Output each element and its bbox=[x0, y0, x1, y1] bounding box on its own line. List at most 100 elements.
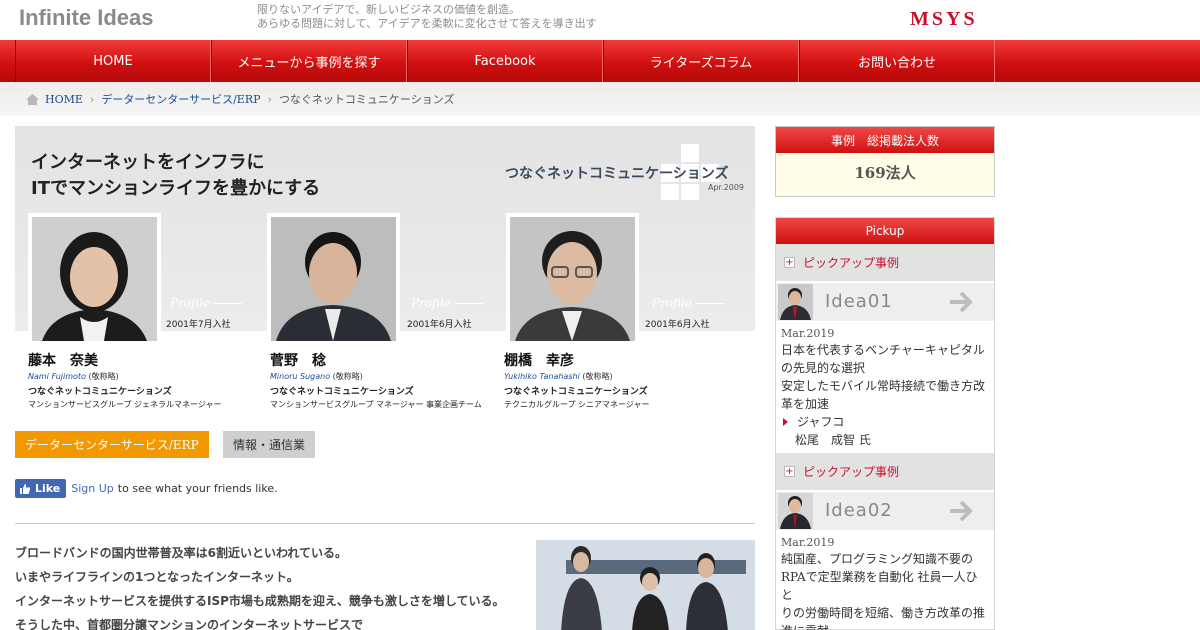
profile-divider bbox=[214, 303, 242, 304]
idea-summary: Mar.2019 日本を代表するベンチャーキャピタル の先見的な選択 安定したモ… bbox=[776, 321, 994, 449]
pickup-subheader-label: ピックアップ事例 bbox=[803, 256, 900, 270]
pickup-item: + ピックアップ事例 Idea01 Mar.2019 日本を代表するベンチャーキ… bbox=[776, 244, 994, 449]
profile-label: Profile bbox=[170, 296, 210, 310]
idea-thumbnail bbox=[778, 284, 813, 320]
idea-description-line: りの労働時間を短縮、働き方改革の推 bbox=[781, 606, 986, 620]
staff-role: マンションサービスグループ マネージャー 事業企画チーム bbox=[270, 400, 482, 409]
pickup-panel: Pickup + ピックアップ事例 Idea01 Mar.2019 日本を代表す… bbox=[775, 217, 995, 630]
pickup-header: Pickup bbox=[776, 218, 994, 244]
idea-label: Idea01 bbox=[825, 291, 893, 312]
staff-romaji-text: Nami Fujimoto bbox=[28, 372, 86, 381]
staff-honorific: (敬称略) bbox=[88, 372, 119, 381]
article-line: そうした中、首都圏分譲マンションのインターネットサービスで bbox=[15, 618, 364, 630]
arrow-right-icon bbox=[950, 291, 973, 313]
breadcrumb-current: つなぐネットコミュニケーションズ bbox=[278, 93, 455, 106]
idea-description-line: 純国産、プログラミング知識不要の bbox=[781, 552, 974, 566]
staff-name: 菅野 稔 bbox=[270, 353, 326, 369]
idea-description-line: の先見的な選択 bbox=[781, 361, 866, 375]
facebook-signup-text: to see what your friends like. bbox=[117, 482, 278, 495]
tagline-line-1: 限りないアイデアで、新しいビジネスの価値を創造。 bbox=[257, 3, 521, 16]
banner-date: Apr.2009 bbox=[708, 183, 745, 192]
person-thumbnail-icon bbox=[778, 493, 813, 529]
staff-photo bbox=[267, 213, 400, 345]
profile-label: Profile bbox=[411, 296, 451, 310]
decor-square bbox=[681, 144, 699, 162]
idea-banner[interactable]: Idea01 bbox=[776, 283, 994, 321]
idea-description-line: 安定したモバイル常時接続で働き方改 bbox=[781, 379, 986, 393]
site-tagline: 限りないアイデアで、新しいビジネスの価値を創造。 あらゆる問題に対して、アイデア… bbox=[257, 3, 597, 31]
breadcrumb-separator: › bbox=[267, 92, 272, 106]
facebook-like-button[interactable]: Like bbox=[15, 479, 67, 498]
breadcrumb: HOME › データーセンターサービス/ERP › つなぐネットコミュニケーショ… bbox=[0, 82, 1200, 116]
pickup-subheader[interactable]: + ピックアップ事例 bbox=[776, 244, 994, 281]
nav-item-writers-column[interactable]: ライターズコラム bbox=[603, 40, 799, 82]
idea-banner[interactable]: Idea02 bbox=[776, 492, 994, 530]
case-count-header: 事例 総掲載法人数 bbox=[776, 127, 994, 153]
staff-romaji-text: Yukihiko Tanahashi bbox=[504, 372, 580, 381]
person-photo-icon bbox=[271, 217, 396, 341]
pickup-subheader[interactable]: + ピックアップ事例 bbox=[776, 453, 994, 490]
staff-romaji: Nami Fujimoto (敬称略) bbox=[28, 371, 258, 382]
idea-description[interactable]: 日本を代表するベンチャーキャピタル の先見的な選択 安定したモバイル常時接続で働… bbox=[781, 341, 989, 413]
breadcrumb-category[interactable]: データーセンターサービス/ERP bbox=[101, 91, 260, 107]
staff-joined-date: 2001年6月入社 bbox=[407, 320, 472, 330]
idea-date: Mar.2019 bbox=[781, 327, 835, 340]
tag-info-telecom[interactable]: 情報・通信業 bbox=[223, 431, 316, 458]
idea-company: ジャフコ bbox=[781, 413, 989, 431]
nav-item-menu-search[interactable]: メニューから事例を探す bbox=[211, 40, 407, 82]
article-photo bbox=[536, 540, 755, 630]
idea-company-name: ジャフコ bbox=[797, 415, 845, 429]
nav-item-contact[interactable]: お問い合わせ bbox=[799, 40, 995, 82]
tag-datacenter-erp[interactable]: データーセンターサービス/ERP bbox=[15, 431, 209, 458]
facebook-signup-link[interactable]: Sign Up bbox=[71, 482, 114, 495]
idea-description-line: RPAで定型業務を自動化 社員一人ひと bbox=[781, 570, 978, 602]
banner-title: インターネットをインフラに ITでマンションライフを豊かにする bbox=[31, 150, 320, 202]
article-body: ブロードバンドの国内世帯普及率は6割近いといわれている。 いまやライフラインの1… bbox=[15, 541, 505, 630]
staff-romaji: Minoru Sugano (敬称略) bbox=[270, 371, 500, 382]
idea-label: Idea02 bbox=[825, 500, 893, 521]
idea-description-line: 日本を代表するベンチャーキャピタル bbox=[781, 343, 985, 357]
pickup-item: + ピックアップ事例 Idea02 Mar.2019 純国産、プログラミング知識… bbox=[776, 453, 994, 630]
article-line: いまやライフラインの1つとなったインターネット。 bbox=[15, 570, 299, 584]
staff-name: 棚橋 幸彦 bbox=[504, 353, 574, 369]
article-line: ブロードバンドの国内世帯普及率は6割近いといわれている。 bbox=[15, 546, 347, 560]
staff-honorific: (敬称略) bbox=[332, 372, 363, 381]
main-nav: HOME メニューから事例を探す Facebook ライターズコラム お問い合わ… bbox=[0, 40, 1200, 82]
banner-company-name: つなぐネットコミュニケーションズ bbox=[505, 166, 729, 182]
staff-honorific: (敬称略) bbox=[582, 372, 613, 381]
staff-photo bbox=[28, 213, 161, 345]
facebook-like-label: Like bbox=[35, 482, 61, 495]
breadcrumb-separator: › bbox=[89, 92, 95, 106]
case-count-box: 事例 総掲載法人数 169法人 bbox=[775, 126, 995, 197]
staff-romaji-text: Minoru Sugano bbox=[270, 372, 331, 381]
idea-person: 松尾 成智 氏 bbox=[795, 433, 871, 447]
staff-joined-date: 2001年7月入社 bbox=[166, 320, 231, 330]
staff-company: つなぐネットコミュニケーションズ bbox=[504, 387, 648, 397]
profile-divider bbox=[455, 303, 483, 304]
pickup-subheader-label: ピックアップ事例 bbox=[803, 465, 900, 479]
staff-joined-date: 2001年6月入社 bbox=[645, 320, 710, 330]
profile-divider bbox=[696, 303, 724, 304]
staff-photo bbox=[506, 213, 639, 345]
triangle-bullet-icon bbox=[783, 418, 788, 426]
person-photo-icon bbox=[32, 217, 157, 341]
staff-romaji: Yukihiko Tanahashi (敬称略) bbox=[504, 371, 734, 382]
site-header: Infinite Ideas 限りないアイデアで、新しいビジネスの価値を創造。 … bbox=[0, 0, 1200, 40]
nav-item-home[interactable]: HOME bbox=[15, 40, 211, 82]
idea-summary: Mar.2019 純国産、プログラミング知識不要の RPAで定型業務を自動化 社… bbox=[776, 530, 994, 630]
breadcrumb-home[interactable]: HOME bbox=[45, 93, 83, 106]
profile-label: Profile bbox=[652, 296, 692, 310]
nav-item-facebook[interactable]: Facebook bbox=[407, 40, 603, 82]
staff-info: 菅野 稔 Minoru Sugano (敬称略) つなぐネットコミュニケーション… bbox=[270, 350, 500, 410]
idea-description[interactable]: 純国産、プログラミング知識不要の RPAで定型業務を自動化 社員一人ひと りの労… bbox=[781, 550, 989, 630]
brand-logo[interactable]: MSYS bbox=[910, 8, 978, 31]
site-logo[interactable]: Infinite Ideas bbox=[19, 5, 153, 31]
idea-description-line: 進に貢献 bbox=[781, 622, 989, 630]
decor-square bbox=[661, 184, 679, 200]
tagline-line-2: あらゆる問題に対して、アイデアを柔軟に変化させて答えを導き出す bbox=[257, 17, 597, 30]
facebook-like-widget: Like Sign Up to see what your friends li… bbox=[15, 479, 278, 498]
plus-icon: + bbox=[784, 466, 795, 477]
person-thumbnail-icon bbox=[778, 284, 813, 320]
content-divider bbox=[15, 523, 755, 524]
plus-icon: + bbox=[784, 257, 795, 268]
